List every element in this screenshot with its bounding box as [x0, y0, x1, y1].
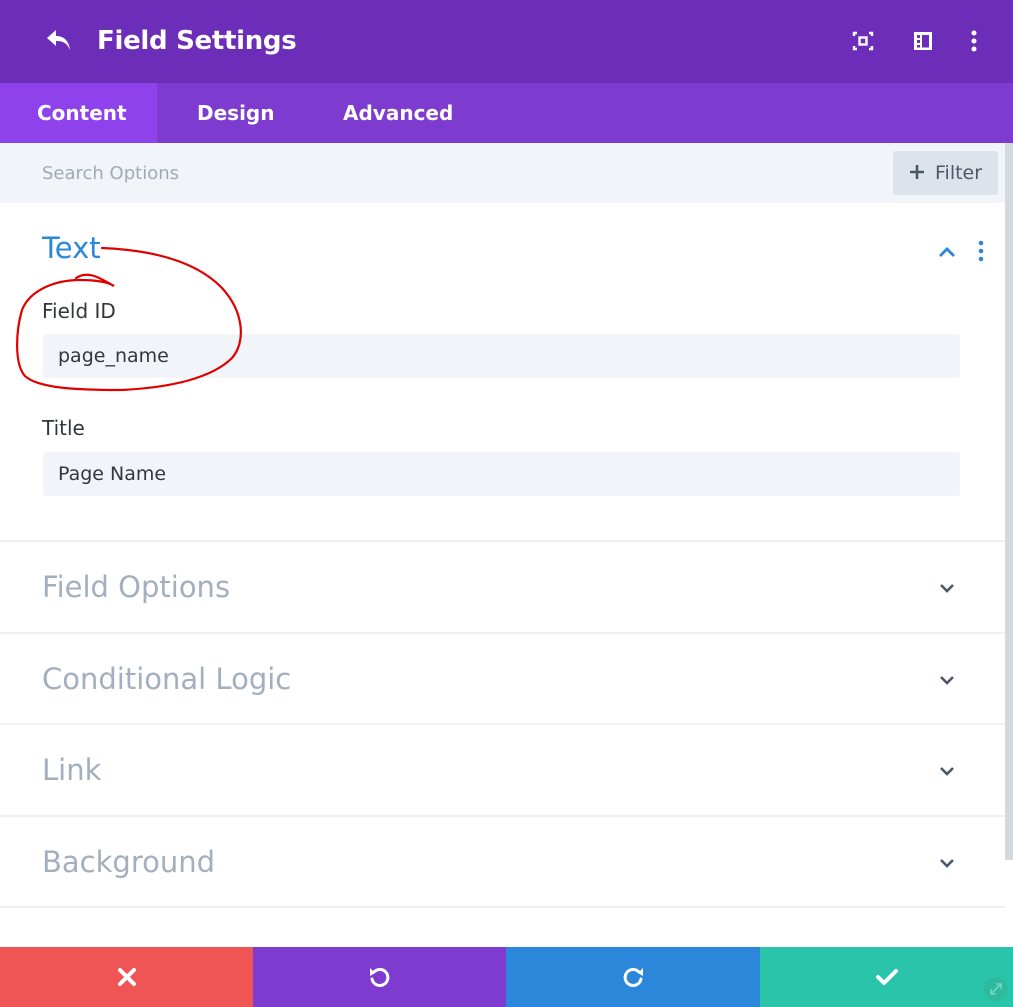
section-divider	[0, 632, 1005, 634]
discard-button[interactable]	[0, 947, 253, 1007]
tab-design[interactable]: Design	[197, 83, 274, 143]
search-bar: Filter	[0, 143, 1005, 203]
check-icon	[875, 969, 898, 985]
section-title-text[interactable]: Text	[42, 228, 101, 268]
settings-header: Field Settings	[0, 0, 1013, 83]
tab-content[interactable]: Content	[0, 83, 157, 143]
red-annotation-circle	[16, 246, 242, 392]
title-label: Title	[42, 416, 85, 440]
chevron-down-icon[interactable]	[935, 759, 959, 783]
undo-button[interactable]	[253, 947, 506, 1007]
focus-icon[interactable]	[851, 28, 875, 54]
field-id-input[interactable]	[43, 334, 960, 378]
scrollbar[interactable]	[1005, 143, 1013, 860]
more-vertical-icon[interactable]	[962, 28, 986, 54]
chevron-down-icon[interactable]	[935, 851, 959, 875]
section-title-background[interactable]: Background	[42, 842, 215, 882]
chevron-down-icon[interactable]	[935, 668, 959, 692]
save-button[interactable]	[760, 947, 1013, 1007]
back-icon[interactable]	[44, 26, 76, 56]
section-title-conditional-logic[interactable]: Conditional Logic	[42, 659, 291, 699]
filter-label: Filter	[935, 162, 983, 184]
section-divider	[0, 723, 1005, 725]
section-title-field-options[interactable]: Field Options	[42, 567, 230, 607]
tab-bar: Content Design Advanced	[0, 83, 1013, 143]
field-id-label: Field ID	[42, 299, 116, 323]
title-input[interactable]	[43, 452, 960, 496]
page-title: Field Settings	[97, 26, 297, 56]
sidebar-layout-icon[interactable]	[911, 28, 935, 54]
resize-handle-icon[interactable]	[983, 976, 1009, 1002]
section-divider	[0, 540, 1005, 542]
redo-button[interactable]	[506, 947, 760, 1007]
section-divider	[0, 906, 1005, 908]
section-title-link[interactable]: Link	[42, 750, 101, 790]
undo-icon	[369, 967, 389, 987]
section-more-icon[interactable]	[971, 238, 991, 264]
section-divider	[0, 815, 1005, 817]
search-input[interactable]	[42, 157, 642, 189]
filter-button[interactable]: Filter	[893, 151, 998, 195]
plus-icon	[907, 162, 927, 182]
action-bar	[0, 947, 1013, 1007]
chevron-down-icon[interactable]	[935, 576, 959, 600]
chevron-up-icon[interactable]	[935, 240, 959, 264]
close-icon	[117, 968, 136, 986]
tab-advanced[interactable]: Advanced	[343, 83, 453, 143]
redo-icon	[623, 967, 643, 987]
